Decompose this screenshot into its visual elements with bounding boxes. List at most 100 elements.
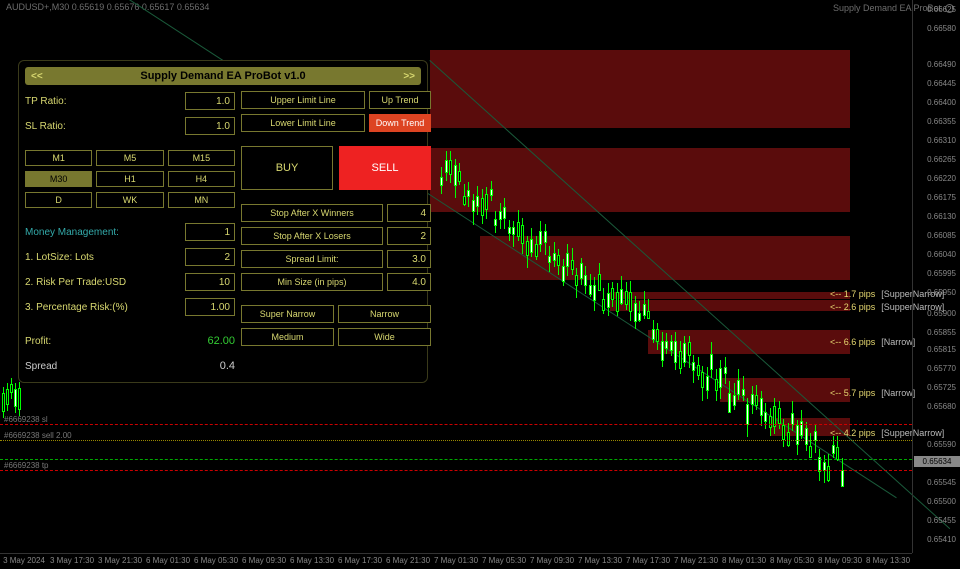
timeframe-m1-button[interactable]: M1 — [25, 150, 92, 166]
lower-limit-button[interactable]: Lower Limit Line — [241, 114, 365, 132]
price-tick: 0.65995 — [927, 269, 956, 278]
time-tick: 7 May 01:30 — [432, 554, 480, 569]
panel-titlebar[interactable]: << Supply Demand EA ProBot v1.0 >> — [25, 67, 421, 85]
time-tick: 3 May 17:30 — [48, 554, 96, 569]
upper-limit-button[interactable]: Upper Limit Line — [241, 91, 365, 109]
timeframe-m30-button[interactable]: M30 — [25, 171, 92, 187]
price-tick: 0.66445 — [927, 79, 956, 88]
time-tick: 7 May 21:30 — [672, 554, 720, 569]
price-tick: 0.66175 — [927, 193, 956, 202]
time-tick: 7 May 17:30 — [624, 554, 672, 569]
stop-losers-button[interactable]: Stop After X Losers — [241, 227, 383, 245]
price-tick: 0.65725 — [927, 383, 956, 392]
price-tick: 0.65815 — [927, 345, 956, 354]
price-tick: 0.65900 — [927, 309, 956, 318]
stop-winners-input[interactable] — [387, 204, 431, 222]
trade-line: #6669238 tp — [0, 470, 912, 471]
sell-button[interactable]: SELL — [339, 146, 431, 190]
symbol-info: AUDUSD+,M30 0.65619 0.65676 0.65617 0.65… — [6, 2, 209, 14]
price-tick: 0.65770 — [927, 364, 956, 373]
price-axis: 0.66625 0.66580 0.66490 0.66445 0.66400 0.663… — [912, 0, 960, 553]
medium-button[interactable]: Medium — [241, 328, 334, 346]
price-tick: 0.66625 — [927, 5, 956, 14]
lotsize-input[interactable] — [185, 248, 235, 266]
pct-risk-label: 3. Percentage Risk:(%) — [25, 302, 179, 313]
spread-limit-button[interactable]: Spread Limit: — [241, 250, 383, 268]
timeframe-h1-button[interactable]: H1 — [96, 171, 163, 187]
time-tick: 8 May 09:30 — [816, 554, 864, 569]
stop-losers-input[interactable] — [387, 227, 431, 245]
timeframe-d-button[interactable]: D — [25, 192, 92, 208]
time-tick: 3 May 2024 — [0, 554, 48, 569]
price-tick: 0.65500 — [927, 497, 956, 506]
timeframe-m15-button[interactable]: M15 — [168, 150, 235, 166]
stop-winners-button[interactable]: Stop After X Winners — [241, 204, 383, 222]
risk-input[interactable] — [185, 273, 235, 291]
price-tick: 0.66400 — [927, 98, 956, 107]
spread-label: Spread — [25, 361, 174, 372]
trade-line: #6669238 sell 2.00 — [0, 440, 912, 441]
trade-line-label: #6669238 tp — [4, 461, 49, 470]
trade-line: #6669238 sl — [0, 424, 912, 425]
time-tick: 7 May 05:30 — [480, 554, 528, 569]
trade-line-label: #6669238 sell 2.00 — [4, 431, 72, 440]
mm-input[interactable] — [185, 223, 235, 241]
time-tick: 7 May 09:30 — [528, 554, 576, 569]
trade-line-label: #6669238 sl — [4, 415, 48, 424]
sl-ratio-label: SL Ratio: — [25, 121, 179, 132]
down-trend-button[interactable]: Down Trend — [369, 114, 431, 132]
profit-value: 62.00 — [180, 335, 235, 347]
time-axis: 3 May 20243 May 17:303 May 21:306 May 01… — [0, 553, 912, 569]
price-tick: 0.65590 — [927, 440, 956, 449]
time-tick: 8 May 05:30 — [768, 554, 816, 569]
time-tick: 6 May 05:30 — [192, 554, 240, 569]
wide-button[interactable]: Wide — [338, 328, 431, 346]
price-tick: 0.65545 — [927, 478, 956, 487]
buy-button[interactable]: BUY — [241, 146, 333, 190]
timeframe-mn-button[interactable]: MN — [168, 192, 235, 208]
price-tick: 0.66085 — [927, 231, 956, 240]
price-tick: 0.66310 — [927, 136, 956, 145]
price-tick: 0.66490 — [927, 60, 956, 69]
min-size-button[interactable]: Min Size (in pips) — [241, 273, 383, 291]
panel-fwd-arrow[interactable]: >> — [397, 71, 421, 82]
time-tick: 8 May 01:30 — [720, 554, 768, 569]
price-tick: 0.66130 — [927, 212, 956, 221]
time-tick: 6 May 09:30 — [240, 554, 288, 569]
risk-label: 2. Risk Per Trade:USD — [25, 277, 179, 288]
timeframe-h4-button[interactable]: H4 — [168, 171, 235, 187]
trade-line — [0, 459, 912, 460]
time-tick: 6 May 01:30 — [144, 554, 192, 569]
price-tick: 0.66220 — [927, 174, 956, 183]
timeframe-wk-button[interactable]: WK — [96, 192, 163, 208]
time-tick: 6 May 21:30 — [384, 554, 432, 569]
time-tick: 6 May 17:30 — [336, 554, 384, 569]
up-trend-button[interactable]: Up Trend — [369, 91, 431, 109]
mm-label: Money Management: — [25, 227, 179, 238]
price-tick: 0.66265 — [927, 155, 956, 164]
ea-panel: << Supply Demand EA ProBot v1.0 >> TP Ra… — [18, 60, 428, 383]
panel-back-arrow[interactable]: << — [25, 71, 49, 82]
sl-ratio-input[interactable] — [185, 117, 235, 135]
spread-limit-input[interactable] — [387, 250, 431, 268]
profit-label: Profit: — [25, 336, 174, 347]
pct-risk-input[interactable] — [185, 298, 235, 316]
timeframe-m5-button[interactable]: M5 — [96, 150, 163, 166]
min-size-input[interactable] — [387, 273, 431, 291]
current-price-tag: 0.65634 — [914, 456, 960, 467]
price-tick: 0.65680 — [927, 402, 956, 411]
price-tick: 0.65455 — [927, 516, 956, 525]
spread-value: 0.4 — [180, 360, 235, 372]
super-narrow-button[interactable]: Super Narrow — [241, 305, 334, 323]
narrow-button[interactable]: Narrow — [338, 305, 431, 323]
tp-ratio-label: TP Ratio: — [25, 96, 179, 107]
lotsize-label: 1. LotSize: Lots — [25, 252, 179, 263]
time-tick: 7 May 13:30 — [576, 554, 624, 569]
time-tick: 8 May 13:30 — [864, 554, 912, 569]
panel-title-text: Supply Demand EA ProBot v1.0 — [140, 70, 305, 82]
tp-ratio-input[interactable] — [185, 92, 235, 110]
price-tick: 0.66040 — [927, 250, 956, 259]
time-tick: 3 May 21:30 — [96, 554, 144, 569]
price-tick: 0.66355 — [927, 117, 956, 126]
price-tick: 0.66580 — [927, 24, 956, 33]
